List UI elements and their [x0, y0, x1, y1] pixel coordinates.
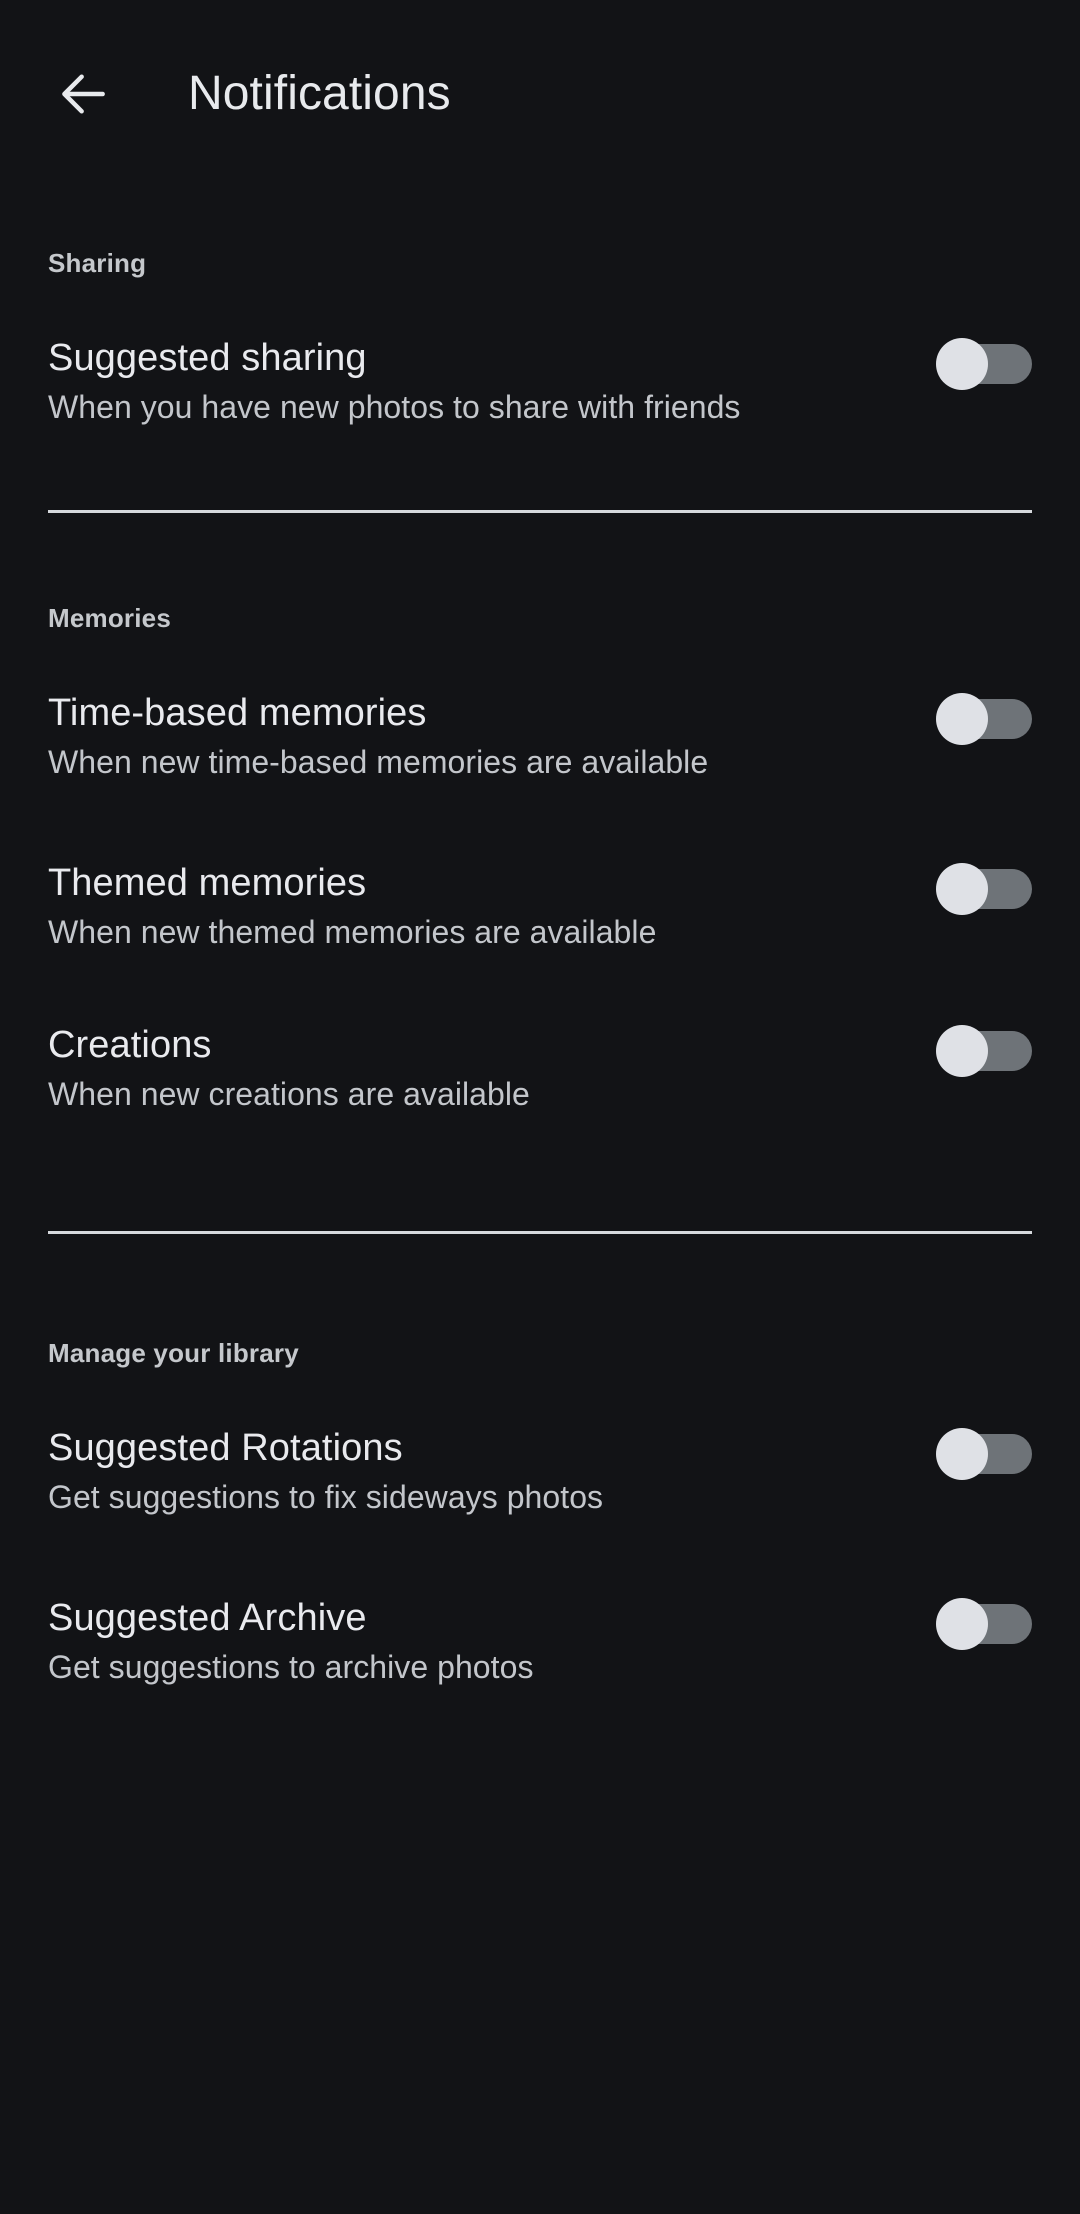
section-divider-2	[48, 1230, 1032, 1234]
toggle-thumb	[936, 862, 988, 915]
row-control	[908, 1024, 1032, 1077]
row-control	[908, 1427, 1032, 1480]
setting-description: Get suggestions to fix sideways photos	[48, 1479, 604, 1516]
toggle-creations[interactable]	[936, 1024, 1032, 1077]
setting-title: Creations	[48, 1023, 212, 1066]
row-text: Themed memories When new themed memories…	[48, 863, 908, 953]
toggle-thumb	[936, 338, 988, 390]
toggle-themed-memories[interactable]	[936, 862, 1032, 915]
toggle-thumb	[936, 1597, 988, 1650]
row-control	[908, 692, 1032, 745]
section-memories: Memories Time-based memories When new ti…	[0, 605, 1080, 1115]
setting-description: Get suggestions to archive photos	[48, 1648, 534, 1685]
section-header-manage-your-library: Manage your library	[48, 1337, 299, 1368]
setting-description: When new themed memories are available	[48, 914, 657, 951]
setting-description: When you have new photos to share with f…	[48, 389, 741, 426]
toggle-thumb	[936, 692, 988, 745]
setting-title: Time-based memories	[48, 691, 427, 734]
toggle-thumb	[936, 1427, 988, 1480]
page-title: Notifications	[188, 67, 451, 120]
app-bar: Notifications	[0, 0, 1080, 188]
setting-row-time-based-memories[interactable]: Time-based memories When new time-based …	[0, 693, 1080, 783]
setting-description: When new time-based memories are availab…	[48, 744, 709, 781]
setting-row-creations[interactable]: Creations When new creations are availab…	[0, 1025, 1080, 1115]
row-text: Suggested Archive Get suggestions to arc…	[48, 1596, 908, 1688]
setting-row-suggested-rotations[interactable]: Suggested Rotations Get suggestions to f…	[0, 1426, 1080, 1518]
section-header-sharing: Sharing	[48, 248, 147, 278]
section-sharing: Sharing Suggested sharing When you have …	[0, 188, 1080, 428]
row-text: Time-based memories When new time-based …	[48, 693, 908, 783]
row-text: Suggested sharing When you have new phot…	[48, 338, 908, 428]
toggle-suggested-archive[interactable]	[936, 1597, 1032, 1650]
setting-title: Suggested Rotations	[48, 1426, 403, 1469]
setting-title: Suggested Archive	[48, 1596, 367, 1639]
setting-row-suggested-sharing[interactable]: Suggested sharing When you have new phot…	[0, 338, 1080, 428]
toggle-suggested-rotations[interactable]	[936, 1427, 1032, 1480]
setting-title: Suggested sharing	[48, 337, 367, 379]
section-divider-1	[48, 509, 1032, 513]
back-button[interactable]	[42, 52, 126, 136]
row-control	[908, 338, 1032, 390]
arrow-left-icon	[56, 66, 112, 122]
row-control	[908, 862, 1032, 915]
section-header-memories: Memories	[48, 602, 171, 633]
row-text: Creations When new creations are availab…	[48, 1025, 908, 1115]
section-manage-your-library: Manage your library Suggested Rotations …	[0, 1340, 1080, 1688]
toggle-time-based-memories[interactable]	[936, 692, 1032, 745]
toggle-thumb	[936, 1024, 988, 1077]
setting-description: When new creations are available	[48, 1076, 530, 1113]
row-text: Suggested Rotations Get suggestions to f…	[48, 1426, 908, 1518]
setting-row-themed-memories[interactable]: Themed memories When new themed memories…	[0, 863, 1080, 953]
toggle-suggested-sharing[interactable]	[936, 338, 1032, 390]
row-control	[908, 1597, 1032, 1650]
setting-row-suggested-archive[interactable]: Suggested Archive Get suggestions to arc…	[0, 1596, 1080, 1688]
setting-title: Themed memories	[48, 861, 367, 904]
